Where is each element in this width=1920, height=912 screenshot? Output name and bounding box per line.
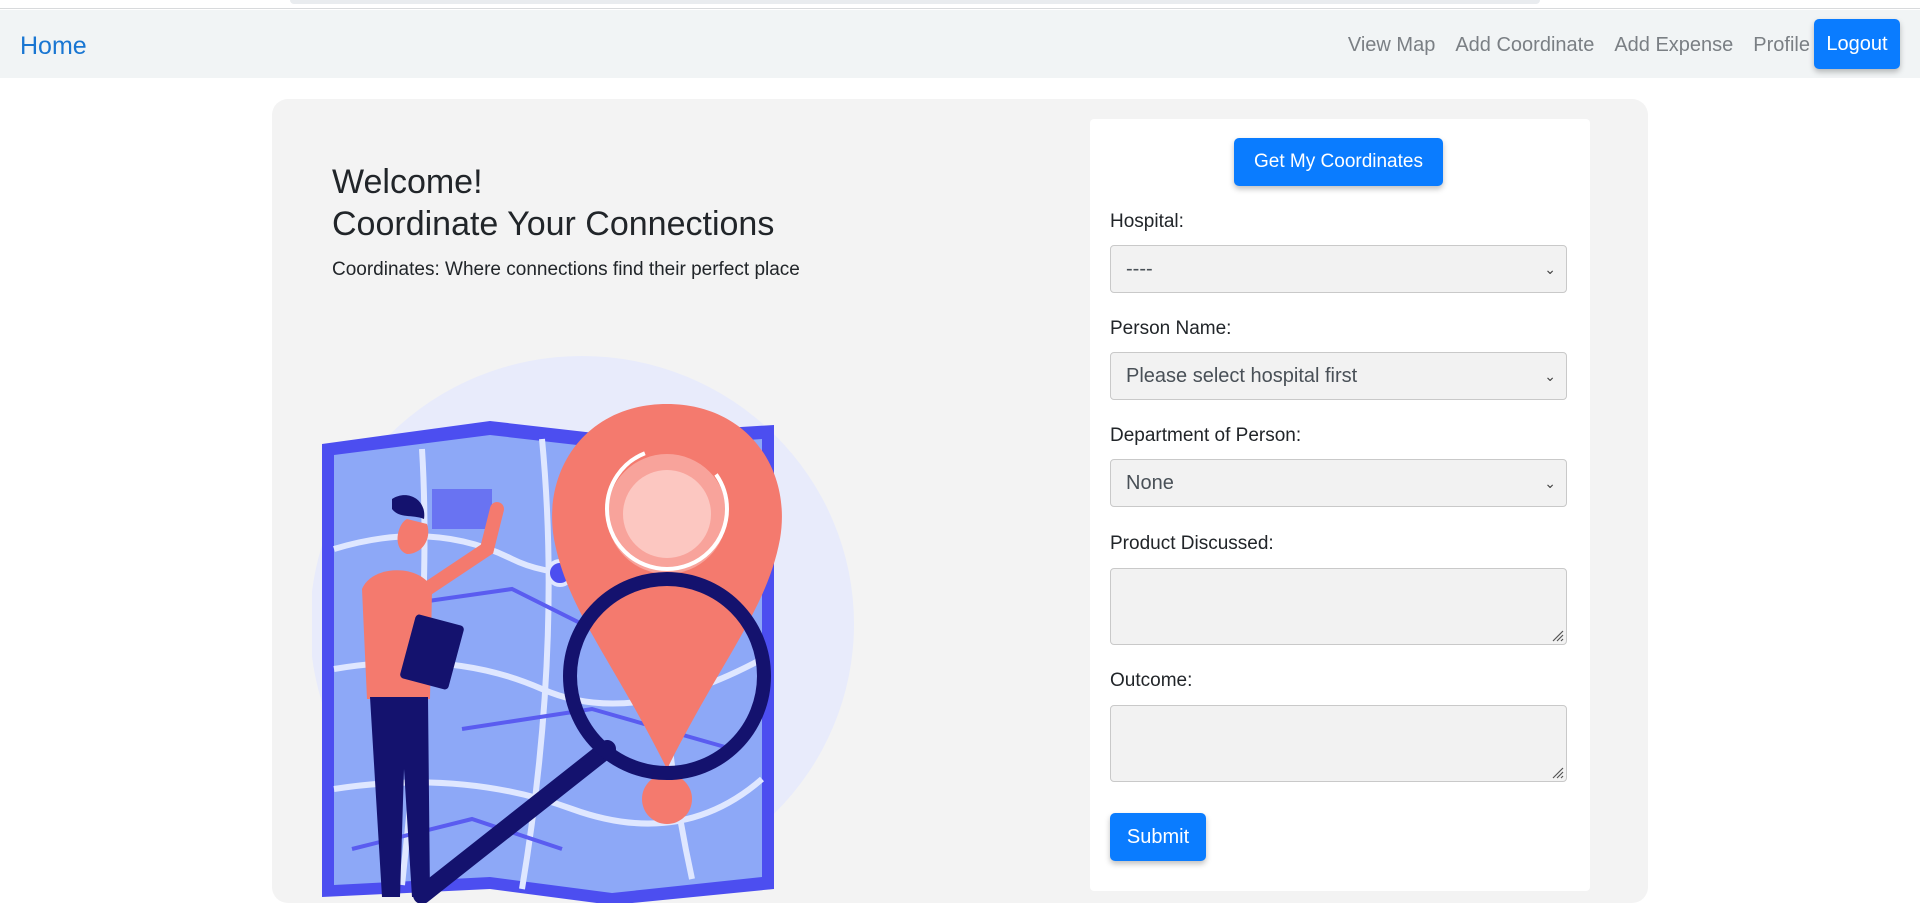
browser-top-strip — [0, 0, 1920, 9]
map-search-illustration — [312, 356, 854, 903]
product-discussed-textarea[interactable] — [1110, 568, 1567, 645]
chevron-down-icon: ⌄ — [1544, 368, 1556, 384]
scroll-hint-bar — [290, 0, 1540, 4]
submit-button[interactable]: Submit — [1110, 813, 1206, 861]
nav-profile-link[interactable]: Profile — [1753, 34, 1810, 57]
hero-title-line1: Welcome! — [332, 163, 483, 201]
hero-title: Welcome! Coordinate Your Connections — [332, 161, 774, 245]
nav-view-map-link[interactable]: View Map — [1348, 34, 1435, 57]
chevron-down-icon: ⌄ — [1544, 475, 1556, 491]
department-label: Department of Person: — [1110, 425, 1302, 446]
department-select-value: None — [1126, 472, 1174, 494]
resize-grip-icon[interactable] — [1550, 765, 1564, 779]
chevron-down-icon: ⌄ — [1544, 261, 1556, 277]
pin-tip-dot — [642, 774, 692, 824]
outcome-label: Outcome: — [1110, 670, 1193, 691]
nav-add-coordinate-link[interactable]: Add Coordinate — [1455, 34, 1594, 57]
resize-grip-icon[interactable] — [1550, 628, 1564, 642]
map-block — [432, 489, 492, 529]
logout-button[interactable]: Logout — [1814, 19, 1900, 69]
product-discussed-label: Product Discussed: — [1110, 533, 1274, 554]
nav-links: View Map Add Coordinate Add Expense Prof… — [1348, 34, 1810, 57]
main-card: Welcome! Coordinate Your Connections Coo… — [272, 99, 1648, 903]
hospital-label: Hospital: — [1110, 211, 1184, 232]
person-name-label: Person Name: — [1110, 318, 1232, 339]
pin-center — [623, 470, 711, 558]
get-coordinates-button[interactable]: Get My Coordinates — [1234, 138, 1443, 186]
person-name-select-value: Please select hospital first — [1126, 365, 1358, 387]
hero-subtitle: Coordinates: Where connections find thei… — [332, 259, 800, 280]
hero-title-line2: Coordinate Your Connections — [332, 205, 775, 243]
nav-add-expense-link[interactable]: Add Expense — [1614, 34, 1733, 57]
hospital-select[interactable]: ---- ⌄ — [1110, 245, 1567, 293]
person-name-select[interactable]: Please select hospital first ⌄ — [1110, 352, 1567, 400]
hospital-select-value: ---- — [1126, 258, 1153, 280]
navbar: Home View Map Add Coordinate Add Expense… — [0, 10, 1920, 78]
outcome-textarea[interactable] — [1110, 705, 1567, 782]
department-select[interactable]: None ⌄ — [1110, 459, 1567, 507]
nav-home-link[interactable]: Home — [20, 32, 87, 61]
coordinate-form: Get My Coordinates Hospital: ---- ⌄ Pers… — [1090, 119, 1590, 891]
